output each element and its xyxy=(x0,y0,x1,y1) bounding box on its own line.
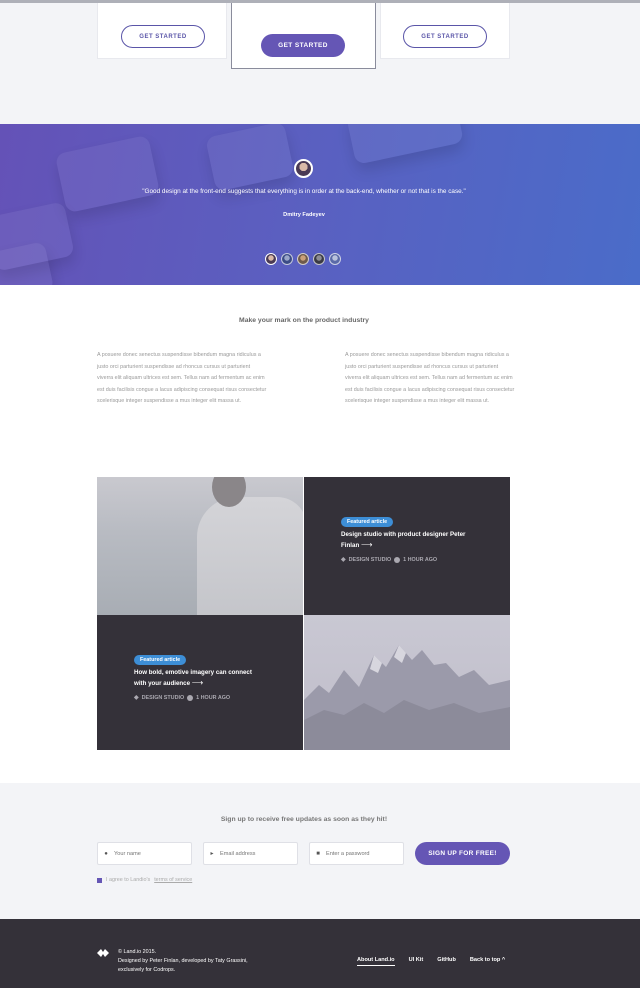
keyboard-key-shape xyxy=(205,124,295,192)
testimonial-quote: "Good design at the front-end suggests t… xyxy=(142,188,466,195)
footer-nav: About Land.io UI Kit GitHub Back to top … xyxy=(357,957,505,966)
person-figure xyxy=(197,497,303,615)
article-title[interactable]: How bold, emotive imagery can connect wi… xyxy=(134,668,264,689)
arrow-right-icon: ⟶ xyxy=(360,540,373,549)
footer-link-about[interactable]: About Land.io xyxy=(357,957,395,966)
signup-button[interactable]: SIGN UP FOR FREE! xyxy=(415,842,510,865)
signup-section: Sign up to receive free updates as soon … xyxy=(0,783,640,919)
landio-logo-icon xyxy=(97,949,109,957)
testimonial-thumbnails xyxy=(265,253,341,265)
testimonial-thumbnail[interactable] xyxy=(265,253,277,265)
email-icon: ▸ xyxy=(210,851,214,857)
article-image-person xyxy=(97,477,303,615)
back-to-top-label: Back to top xyxy=(469,957,501,963)
tag-icon: ◆ xyxy=(341,557,346,563)
testimonial-thumbnail[interactable] xyxy=(313,253,325,265)
footer-link-ui-kit[interactable]: UI Kit xyxy=(409,957,424,966)
keyboard-key-shape xyxy=(54,134,161,214)
section-title: Make your mark on the product industry xyxy=(239,317,369,324)
footer-link-github[interactable]: GitHub xyxy=(437,957,456,966)
testimonial-thumbnail[interactable] xyxy=(329,253,341,265)
terms-checkbox[interactable] xyxy=(97,877,102,883)
article-meta: ◆ DESIGN STUDIO 1 HOUR AGO xyxy=(134,694,230,701)
article-time: 1 HOUR AGO xyxy=(403,556,438,563)
featured-badge: Featured article xyxy=(341,517,394,527)
signup-title: Sign up to receive free updates as soon … xyxy=(220,816,388,823)
article-meta: ◆ DESIGN STUDIO 1 HOUR AGO xyxy=(341,556,437,563)
arrow-right-icon: ⟶ xyxy=(191,678,204,687)
article-title[interactable]: Design studio with product designer Pete… xyxy=(341,530,471,551)
terms-link[interactable]: terms of service xyxy=(154,877,192,883)
keyboard-key-shape xyxy=(346,124,464,165)
footer: © Land.io 2015. Designed by Peter Finlan… xyxy=(0,919,640,988)
lock-icon: ■ xyxy=(316,850,320,857)
article-card-2[interactable]: Featured article How bold, emotive image… xyxy=(97,615,303,750)
article-title-text: Design studio with product designer Pete… xyxy=(341,531,466,549)
email-field[interactable]: ▸ xyxy=(203,842,298,865)
user-icon: ● xyxy=(104,850,108,857)
clock-icon xyxy=(394,556,401,563)
article-time: 1 HOUR AGO xyxy=(196,694,231,701)
pricing-card-basic: GET STARTED xyxy=(97,3,227,59)
copyright-text: © Land.io 2015. xyxy=(118,949,157,955)
testimonial-thumbnail[interactable] xyxy=(297,253,309,265)
pricing-card-pro: GET STARTED xyxy=(380,3,510,59)
footer-credits: © Land.io 2015. Designed by Peter Finlan… xyxy=(118,948,253,975)
password-field[interactable]: ■ xyxy=(309,842,404,865)
article-image-mountains xyxy=(304,615,510,750)
testimonial-section: "Good design at the front-end suggests t… xyxy=(0,124,640,285)
content-section: Make your mark on the product industry A… xyxy=(0,285,640,783)
footer-link-back-to-top[interactable]: Back to top ^ xyxy=(470,957,505,966)
get-started-button-featured[interactable]: GET STARTED xyxy=(261,34,345,57)
paragraph-right: A posuere donec senectus suspendisse bib… xyxy=(345,352,515,404)
clock-icon xyxy=(187,694,194,701)
article-card-1[interactable]: Featured article Design studio with prod… xyxy=(304,477,510,615)
name-field[interactable]: ● xyxy=(97,842,192,865)
testimonial-avatar xyxy=(294,159,313,178)
article-grid: Featured article Design studio with prod… xyxy=(97,477,510,750)
agree-text: I agree to Landio's xyxy=(106,877,151,883)
pricing-section: GET STARTED GET STARTED GET STARTED xyxy=(0,3,640,124)
paragraph-left: A posuere donec senectus suspendisse bib… xyxy=(97,352,267,404)
testimonial-thumbnail[interactable] xyxy=(281,253,293,265)
chevron-up-icon: ^ xyxy=(501,957,506,963)
mountain-illustration xyxy=(304,645,510,750)
pricing-card-featured: GET STARTED xyxy=(231,3,376,69)
featured-badge: Featured article xyxy=(134,655,187,665)
get-started-button-basic[interactable]: GET STARTED xyxy=(121,25,205,48)
terms-agreement: I agree to Landio's terms of service xyxy=(97,877,192,883)
get-started-button-pro[interactable]: GET STARTED xyxy=(403,25,487,48)
credits-text: Designed by Peter Finlan, developed by T… xyxy=(118,958,248,973)
article-category: DESIGN STUDIO xyxy=(141,694,185,701)
tag-icon: ◆ xyxy=(134,695,139,701)
email-input[interactable] xyxy=(220,850,290,857)
password-input[interactable] xyxy=(326,850,396,857)
name-input[interactable] xyxy=(114,850,184,857)
article-category: DESIGN STUDIO xyxy=(348,556,392,563)
testimonial-author: Dmitry Fadeyev xyxy=(283,212,325,218)
